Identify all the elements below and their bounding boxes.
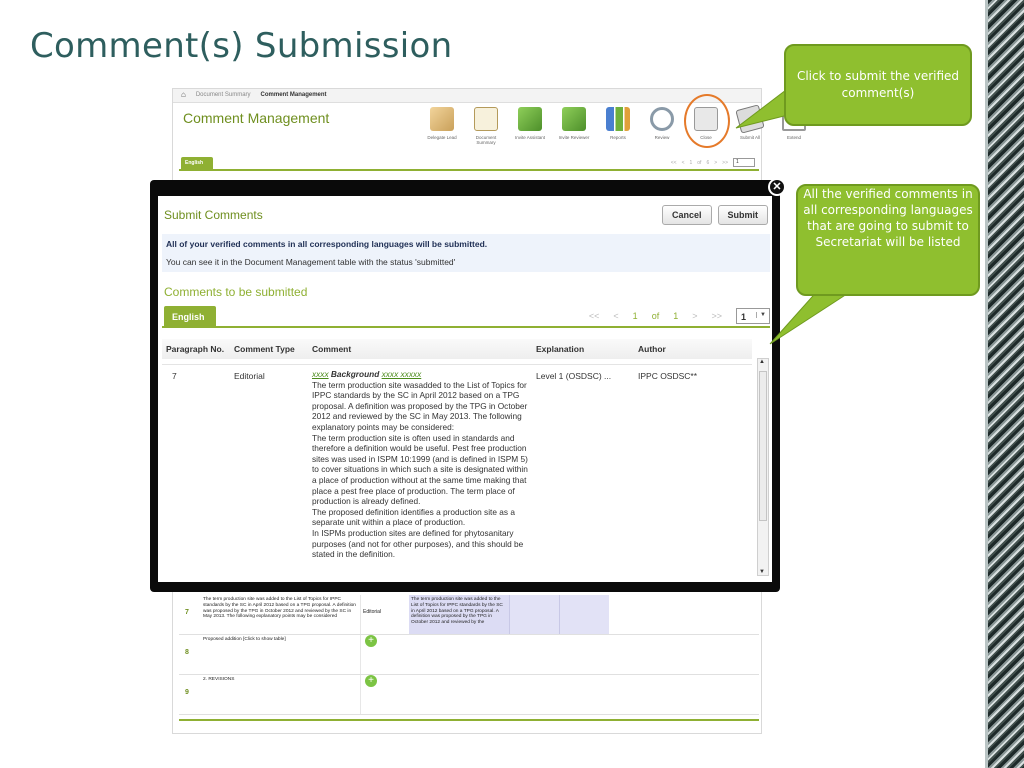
table-header: Paragraph No. Comment Type Comment Expla… [162,339,752,359]
explanation[interactable]: Level 1 (OSDSC) ... [536,371,611,381]
slide-title: Comment(s) Submission [30,26,453,66]
edge-divider [985,0,988,768]
users-add-icon [518,107,542,131]
users-add-icon [562,107,586,131]
info-banner: All of your verified comments in all cor… [162,234,770,272]
last-page-link[interactable]: >> [722,160,728,166]
callout-pointer [769,287,852,345]
app-title: Comment Management [183,110,330,126]
paragraph-text: The term production site was added to th… [201,595,361,634]
page-select[interactable]: 1 [736,308,770,324]
paragraph-number: 7 [185,609,189,616]
document-icon [474,107,498,131]
page-select[interactable]: 1 [733,158,755,167]
paragraph-table: 7 The term production site was added to … [179,595,759,715]
next-page-link[interactable]: > [692,311,697,321]
delegate-icon [430,107,454,131]
comment-paragraph: The term production site wasadded to the… [312,379,528,432]
section-heading: Comments to be submitted [164,285,308,299]
comment-cell [509,595,559,634]
scroll-up-icon[interactable]: ▲ [759,359,765,365]
comment-text: xxxx Background xxxx xxxxx The term prod… [312,369,532,560]
cancel-button[interactable]: Cancel [661,205,712,225]
dialog-title: Submit Comments [164,208,263,222]
callout-submit-all: Click to submit the verified comment(s) [784,44,972,126]
next-page-link[interactable]: > [714,160,717,166]
column-comment: Comment [312,344,352,354]
add-comment-icon[interactable]: + [365,675,377,687]
tab-english[interactable]: English [181,157,213,169]
comment-paragraph: The term production site is often used i… [312,432,528,507]
author: IPPC OSDSC** [638,371,698,381]
bar-chart-icon [606,107,630,131]
decorative-edge [988,0,1024,768]
breadcrumb-item-active: Comment Management [260,92,327,98]
invite-assistant-button[interactable]: Invite Assistant [511,107,549,145]
submit-comments-dialog: Submit Comments Cancel Submit All of you… [158,196,772,582]
close-icon[interactable]: ✕ [768,178,786,196]
tab-english[interactable]: English [164,306,216,328]
first-page-link[interactable]: << [671,160,677,166]
magnifier-icon [650,107,674,131]
add-comment-icon[interactable]: + [365,635,377,647]
scroll-down-icon[interactable]: ▼ [759,569,765,575]
paragraph-number: 9 [185,689,189,696]
comment-type: Editorial [234,371,265,381]
highlight-ring [684,94,730,148]
paragraph-text: Proposed addition [Click to show table] [201,635,361,674]
breadcrumb-item[interactable]: Document Summary [196,92,251,99]
total-pages: 1 [673,311,679,321]
comment-heading-text: Background [330,369,380,379]
submit-all-button[interactable]: Submit All [731,104,769,145]
comment-paragraph: The proposed definition identifies a pro… [312,506,515,528]
comment-text: The term production site was added to th… [409,595,509,634]
callout-listed: All the verified comments in all corresp… [796,184,980,296]
paragraph-text: 2. REVISIONS [201,675,361,714]
submit-button[interactable]: Submit [717,205,768,225]
comment-prefix: xxxx [312,369,329,379]
column-paragraph: Paragraph No. [166,344,225,354]
home-icon[interactable]: ⌂ [181,90,186,99]
prev-page-link[interactable]: < [613,311,618,321]
pager: << < 1 of 1 > >> 1 [589,308,770,324]
info-line: You can see it in the Document Managemen… [166,257,456,267]
language-tab-bar: English << < 1 of 1 > >> 1 [162,304,770,328]
page-of-label: of [651,311,660,321]
table-footer-bar [179,719,759,731]
comment-suffix: xxxx xxxxx [381,369,422,379]
paragraph-number: 8 [185,649,189,656]
language-tab-bar: English << < 1 of 6 > >> 1 [179,157,759,171]
last-page-link[interactable]: >> [711,311,722,321]
reports-button[interactable]: Reports [599,107,637,145]
breadcrumb: ⌂ Document Summary Comment Management [173,89,761,103]
table-row: 9 2. REVISIONS + [179,675,759,715]
submit-all-icon [735,104,765,134]
document-summary-button[interactable]: Document Summary [467,107,505,145]
page-of-label: of [697,159,702,166]
review-button[interactable]: Review [643,107,681,145]
total-pages: 6 [706,159,710,166]
column-type: Comment Type [234,344,295,354]
column-explanation: Explanation [536,344,585,354]
comment-heading: xxxx Background xxxx xxxxx [312,369,532,380]
current-page: 1 [632,311,638,321]
info-line: All of your verified comments in all cor… [166,239,488,249]
scrollbar-thumb[interactable] [759,371,767,521]
table-row: 7 Editorial xxxx Background xxxx xxxxx T… [162,364,752,580]
table-row: 7 The term production site was added to … [179,595,759,635]
invite-reviewer-button[interactable]: Invite Reviewer [555,107,593,145]
column-author: Author [638,344,666,354]
comment-cell [559,595,609,634]
toolbar: Delegate Lead Document Summary Invite As… [423,104,813,145]
first-page-link[interactable]: << [589,311,600,321]
paragraph-number: 7 [172,371,177,381]
prev-page-link[interactable]: < [682,160,685,166]
current-page: 1 [689,159,693,166]
table-row: 8 Proposed addition [Click to show table… [179,635,759,675]
delegate-lead-button[interactable]: Delegate Lead [423,107,461,145]
comment-type: Editorial [363,609,382,615]
pager: << < 1 of 6 > >> 1 [671,158,755,167]
scrollbar[interactable]: ▲ ▼ [757,358,769,576]
comment-paragraph: In ISPMs production sites are defined fo… [312,527,524,560]
